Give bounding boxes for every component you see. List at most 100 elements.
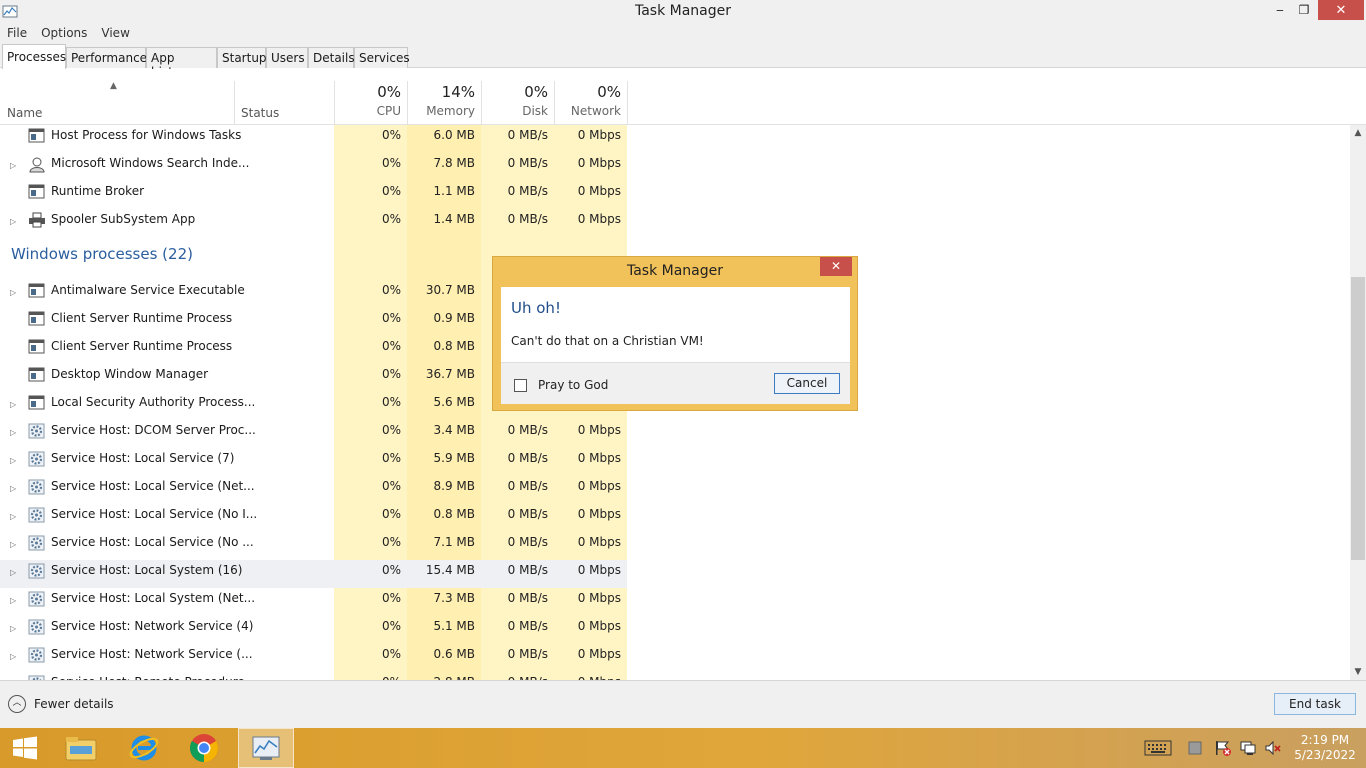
cancel-button[interactable]: Cancel [774, 373, 840, 394]
tab-details[interactable]: Details [308, 47, 355, 68]
process-name: Microsoft Windows Search Inde... [51, 156, 250, 170]
process-network: 0 Mbps [577, 563, 621, 577]
tab-startup[interactable]: Startup [217, 47, 267, 68]
expand-arrow-icon[interactable]: ▷ [10, 456, 16, 465]
expand-arrow-icon[interactable]: ▷ [10, 217, 16, 226]
process-row[interactable]: ▷ Microsoft Windows Search Inde... 0% 7.8 M… [0, 153, 627, 181]
process-row[interactable]: ▷ Service Host: Network Service (4) 0% 5.1 … [0, 616, 627, 644]
process-cpu: 0% [381, 479, 401, 493]
chevron-up-circle-icon[interactable]: ︿ [8, 695, 26, 713]
process-row[interactable]: ▷ Spooler SubSystem App 0% 1.4 MB 0 MB/s 0 Mb… [0, 209, 627, 237]
expand-arrow-icon[interactable]: ▷ [10, 400, 16, 409]
scroll-down-icon[interactable]: ▼ [1350, 667, 1366, 677]
process-row[interactable]: ▷ Service Host: Local Service (Net... 0% 8.… [0, 476, 627, 504]
process-name: Spooler SubSystem App [51, 212, 196, 226]
tab-services[interactable]: Services [354, 47, 410, 68]
restore-button[interactable]: ❐ [1290, 0, 1318, 20]
process-name: Local Security Authority Process... [51, 395, 256, 409]
process-name: Runtime Broker [51, 184, 145, 198]
end-task-button[interactable]: End task [1274, 693, 1356, 715]
scroll-up-icon[interactable]: ▲ [1350, 128, 1366, 138]
process-row[interactable]: ▷ Service Host: Network Service (... 0% 0.6… [0, 644, 627, 672]
action-center-flag-icon[interactable] [1212, 738, 1234, 758]
process-row[interactable]: ▷ Service Host: Local Service (No I... 0% 0… [0, 504, 627, 532]
column-memory[interactable]: 14% Memory [407, 83, 481, 118]
process-network: 0 Mbps [577, 507, 621, 521]
taskbar-file-explorer[interactable] [53, 728, 109, 768]
internet-explorer-icon [129, 735, 159, 761]
process-row[interactable]: ▷ Service Host: Local Service (No ... 0% 7.… [0, 532, 627, 560]
clock-time: 2:19 PM [1300, 733, 1350, 747]
expand-arrow-icon[interactable]: ▷ [10, 540, 16, 549]
expand-arrow-icon[interactable]: ▷ [10, 512, 16, 521]
process-row[interactable]: ▷ Service Host: DCOM Server Proc... 0% 3.4 … [0, 420, 627, 448]
gear-icon [28, 451, 45, 467]
expand-arrow-icon[interactable]: ▷ [10, 596, 16, 605]
dialog-close-button[interactable]: ✕ [820, 257, 852, 276]
process-memory: 1.1 MB [433, 184, 475, 198]
column-header: ▲ Name Status 0% CPU 14% Memory 0% Disk … [0, 69, 1366, 125]
column-name[interactable]: Name [7, 106, 42, 120]
expand-arrow-icon[interactable]: ▷ [10, 484, 16, 493]
task-manager-icon [252, 736, 280, 760]
taskbar-internet-explorer[interactable] [116, 728, 172, 768]
tab-app-history[interactable]: App history [146, 47, 217, 79]
process-network: 0 Mbps [577, 156, 621, 170]
volume-muted-icon[interactable] [1262, 738, 1284, 758]
process-disk: 0 MB/s [507, 479, 548, 493]
process-name: Client Server Runtime Process [51, 311, 233, 325]
column-status[interactable]: Status [241, 106, 279, 120]
process-row[interactable]: ▷ Service Host: Local System (16) 0% 15.4 M… [0, 560, 627, 588]
taskbar: 2:19 PM 5/23/2022 [0, 728, 1366, 768]
scroll-thumb[interactable] [1351, 277, 1365, 560]
window-title: Task Manager [634, 3, 732, 19]
process-row[interactable]: ▷ Service Host: Local System (Net... 0% 7.3… [0, 588, 627, 616]
menu-options[interactable]: Options [34, 24, 94, 44]
menu-bar: File Options View [0, 24, 1366, 44]
process-cpu: 0% [381, 367, 401, 381]
expand-arrow-icon[interactable]: ▷ [10, 428, 16, 437]
expand-arrow-icon[interactable]: ▷ [10, 652, 16, 661]
close-button[interactable]: ✕ [1318, 0, 1364, 20]
menu-file[interactable]: File [0, 24, 34, 44]
process-row[interactable]: ▷ Service Host: Local Service (7) 0% 5.9 MB… [0, 448, 627, 476]
chrome-icon [190, 734, 218, 762]
expand-arrow-icon[interactable]: ▷ [10, 288, 16, 297]
tab-users[interactable]: Users [266, 47, 308, 68]
printer-icon [28, 212, 45, 228]
pray-checkbox-label[interactable]: Pray to God [538, 378, 608, 392]
menu-view[interactable]: View [94, 24, 136, 44]
process-cpu: 0% [381, 591, 401, 605]
column-network[interactable]: 0% Network [554, 83, 627, 118]
tab-processes[interactable]: Processes [2, 44, 66, 69]
expand-arrow-icon[interactable]: ▷ [10, 161, 16, 170]
network-total: 0% [597, 83, 621, 101]
process-cpu: 0% [381, 395, 401, 409]
expand-arrow-icon[interactable]: ▷ [10, 568, 16, 577]
column-disk[interactable]: 0% Disk [481, 83, 554, 118]
pray-checkbox[interactable] [514, 379, 527, 392]
process-row[interactable]: Host Process for Windows Tasks 0% 6.0 MB 0 … [0, 125, 627, 153]
process-row[interactable]: ▷Service Host: Remote Procedure...0%2.8 … [0, 672, 627, 680]
process-network: 0 Mbps [577, 212, 621, 226]
process-name: Service Host: Local Service (No ... [51, 535, 254, 549]
column-divider [234, 81, 235, 125]
system-clock[interactable]: 2:19 PM 5/23/2022 [1290, 733, 1360, 763]
taskbar-task-manager[interactable] [238, 728, 294, 768]
process-row[interactable]: Runtime Broker 0% 1.1 MB 0 MB/s 0 Mbps [0, 181, 627, 209]
fewer-details-link[interactable]: Fewer details [34, 697, 114, 711]
network-icon[interactable] [1237, 738, 1259, 758]
start-button[interactable] [0, 728, 50, 768]
gear-icon [28, 423, 45, 439]
expand-arrow-icon[interactable]: ▷ [10, 624, 16, 633]
touch-keyboard-icon[interactable] [1144, 738, 1172, 758]
vertical-scrollbar[interactable]: ▲ ▼ [1350, 125, 1366, 680]
taskbar-chrome[interactable] [176, 728, 232, 768]
gear-icon [28, 647, 45, 663]
tab-performance[interactable]: Performance [66, 47, 147, 68]
show-desktop-icon[interactable] [1184, 738, 1206, 758]
process-disk: 0 MB/s [507, 184, 548, 198]
column-cpu[interactable]: 0% CPU [334, 83, 407, 118]
group-header-windows-processes[interactable]: Windows processes (22) [11, 245, 193, 263]
process-network: 0 Mbps [577, 647, 621, 661]
